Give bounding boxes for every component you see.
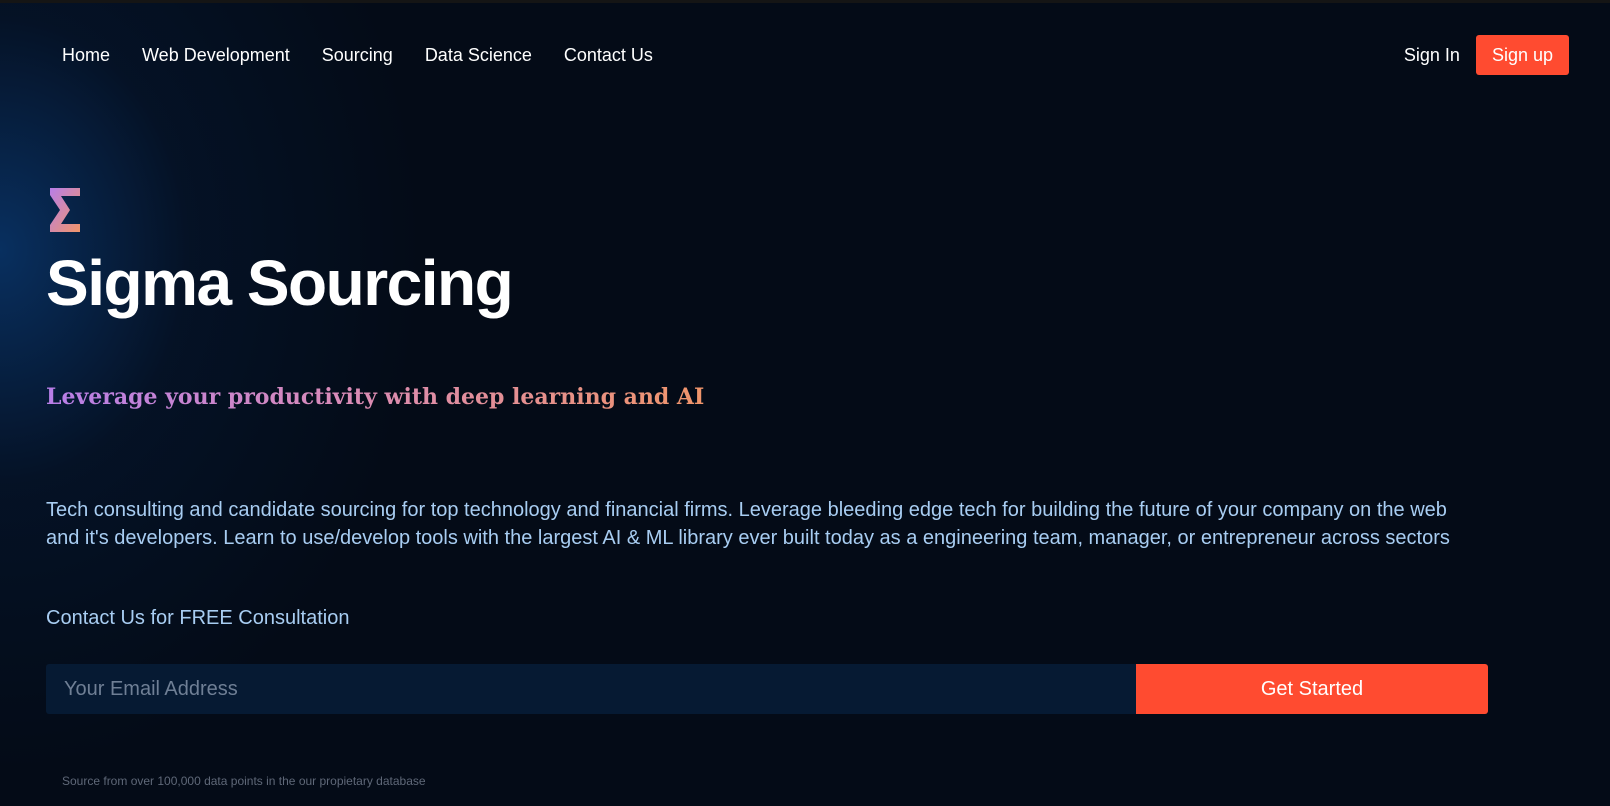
nav-link-sourcing[interactable]: Sourcing bbox=[306, 34, 409, 76]
hero-description: Tech consulting and candidate sourcing f… bbox=[46, 499, 1450, 549]
nav-links: Home Web Development Sourcing Data Scien… bbox=[46, 34, 669, 76]
sign-in-link[interactable]: Sign In bbox=[1388, 34, 1476, 76]
nav-link-contact-us[interactable]: Contact Us bbox=[548, 34, 669, 76]
auth-buttons: Sign In Sign up bbox=[1388, 34, 1569, 76]
nav-link-data-science[interactable]: Data Science bbox=[409, 34, 548, 76]
page-title: Sigma Sourcing bbox=[46, 247, 514, 319]
get-started-button[interactable]: Get Started bbox=[1136, 664, 1488, 714]
nav-link-home[interactable]: Home bbox=[46, 34, 126, 76]
consultation-link[interactable]: Contact Us for FREE Consultation bbox=[46, 604, 349, 632]
data-source-note: Source from over 100,000 data points in … bbox=[62, 774, 426, 788]
nav-link-web-development[interactable]: Web Development bbox=[126, 34, 306, 76]
email-input[interactable] bbox=[46, 664, 1136, 714]
hero-tagline: Leverage your productivity with deep lea… bbox=[46, 384, 705, 410]
email-signup-form: Get Started bbox=[46, 664, 1488, 714]
top-nav: Home Web Development Sourcing Data Scien… bbox=[46, 34, 1569, 76]
sign-up-button[interactable]: Sign up bbox=[1475, 35, 1569, 75]
sigma-icon bbox=[48, 186, 82, 234]
top-border bbox=[0, 0, 1610, 3]
